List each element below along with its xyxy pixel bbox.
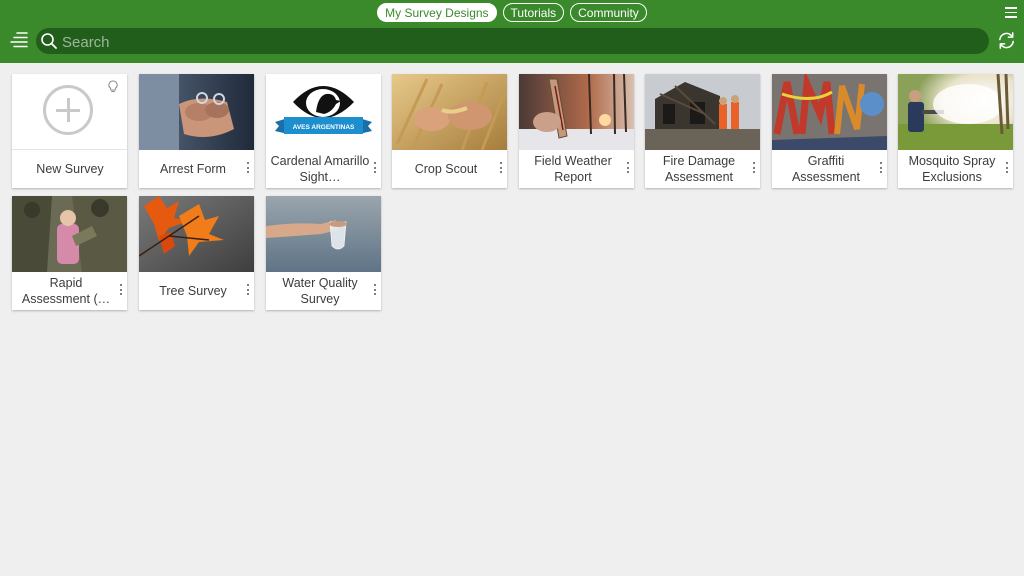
tab-tutorials[interactable]: Tutorials	[502, 3, 565, 22]
fogging-photo	[898, 74, 1013, 150]
aves-argentinas-logo: AVES ARGENTINAS	[266, 74, 381, 150]
lightbulb-icon[interactable]	[108, 80, 118, 94]
more-options-icon[interactable]	[373, 284, 377, 297]
graffiti-wall-photo	[772, 74, 887, 150]
card-title: New Survey	[36, 162, 104, 176]
more-options-icon[interactable]	[119, 284, 123, 297]
burned-house-photo	[645, 74, 760, 150]
survey-card-fire-damage[interactable]: Fire Damage Assessment	[645, 74, 760, 188]
more-options-icon[interactable]	[246, 162, 250, 175]
sidebar-menu-icon[interactable]	[9, 30, 29, 50]
autumn-leaves-photo	[139, 196, 254, 272]
thermometer-photo	[519, 74, 634, 150]
survey-card-rapid-assessment[interactable]: Rapid Assessment (…	[12, 196, 127, 310]
wheat-photo	[392, 74, 507, 150]
card-title: Cardenal Amarillo Sight…	[270, 154, 370, 184]
tab-bar: My Survey Designs Tutorials Community	[0, 3, 1024, 22]
more-options-icon[interactable]	[499, 162, 503, 175]
card-title: Water Quality Survey	[282, 276, 358, 306]
more-options-icon[interactable]	[626, 162, 630, 175]
more-options-icon[interactable]	[879, 162, 883, 175]
survey-card-crop-scout[interactable]: Crop Scout	[392, 74, 507, 188]
tab-my-survey-designs[interactable]: My Survey Designs	[377, 3, 497, 22]
card-title: Crop Scout	[414, 162, 478, 176]
survey-card-cardenal[interactable]: AVES ARGENTINAS Cardenal Amarillo Sight…	[266, 74, 381, 188]
more-options-icon[interactable]	[246, 284, 250, 297]
card-title: Field Weather Report	[534, 154, 612, 184]
survey-card-graffiti[interactable]: Graffiti Assessment	[772, 74, 887, 188]
survey-card-tree-survey[interactable]: Tree Survey	[139, 196, 254, 310]
search-icon	[41, 33, 57, 49]
new-survey-thumbnail	[12, 74, 127, 150]
hamburger-icon[interactable]	[1005, 7, 1017, 18]
more-options-icon[interactable]	[1005, 162, 1009, 175]
top-bar: My Survey Designs Tutorials Community	[0, 0, 1024, 63]
more-options-icon[interactable]	[373, 162, 377, 175]
aves-logo-text: AVES ARGENTINAS	[293, 124, 355, 131]
card-title: Tree Survey	[159, 284, 227, 298]
more-options-icon[interactable]	[752, 162, 756, 175]
search-input[interactable]	[60, 28, 964, 56]
search-bar	[36, 28, 989, 56]
card-title: Arrest Form	[160, 162, 226, 176]
survey-card-field-weather-report[interactable]: Field Weather Report	[519, 74, 634, 188]
card-title: Rapid Assessment (…	[21, 276, 111, 306]
tab-community[interactable]: Community	[570, 3, 647, 22]
card-title: Graffiti Assessment	[791, 154, 861, 184]
survey-card-arrest-form[interactable]: Arrest Form	[139, 74, 254, 188]
water-sample-photo	[266, 196, 381, 272]
survey-card-water-quality[interactable]: Water Quality Survey	[266, 196, 381, 310]
handcuffs-photo	[139, 74, 254, 150]
card-title: Mosquito Spray Exclusions	[908, 154, 996, 184]
refresh-icon[interactable]	[996, 30, 1017, 51]
plus-circle-icon	[43, 85, 93, 135]
survey-card-mosquito-spray[interactable]: Mosquito Spray Exclusions	[898, 74, 1013, 188]
new-survey-card[interactable]: New Survey	[12, 74, 127, 188]
soldiers-child-photo	[12, 196, 127, 272]
card-title: Fire Damage Assessment	[662, 154, 736, 184]
